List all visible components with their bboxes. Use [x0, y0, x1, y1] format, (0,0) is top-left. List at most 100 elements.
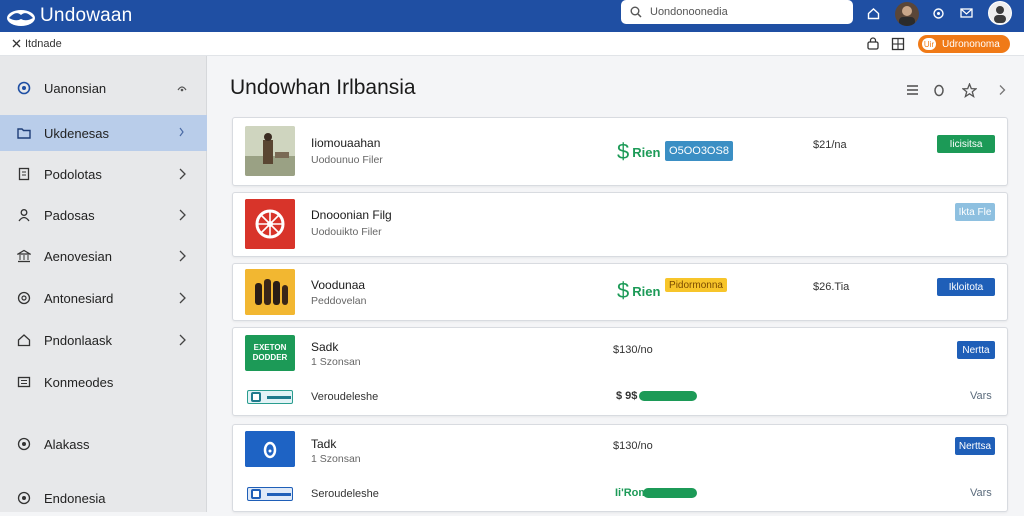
list-item[interactable]: EXETON DODDER Sadk 1 Szonsan $130/no Ner…	[232, 327, 1008, 416]
app-title: Undowaan	[40, 5, 133, 26]
item-secondary-price: $ 9$	[616, 390, 638, 402]
sidebar-item-label: Podolotas	[44, 166, 102, 182]
close-icon[interactable]	[12, 39, 21, 48]
price-marker: $ Rien	[617, 278, 660, 304]
item-status-tag: Pidormonna	[665, 278, 727, 292]
item-progress-bar	[639, 391, 697, 401]
profile-avatar[interactable]	[988, 1, 1012, 25]
settings-icon[interactable]	[930, 5, 946, 21]
sidebar-item-label: Konmeodes	[44, 374, 114, 390]
sidebar-item-padosas[interactable]: Padosas	[0, 197, 207, 233]
item-secondary-badge	[247, 487, 293, 501]
chevron-right-icon	[177, 249, 187, 263]
item-progress-bar	[643, 488, 697, 498]
bank-icon	[16, 248, 32, 264]
list-item[interactable]: Voodunaa Peddovelan $ Rien Pidormonna $2…	[232, 263, 1008, 321]
eye-icon	[177, 82, 187, 96]
search-placeholder: Uondonoonedia	[650, 6, 728, 18]
sidebar-item-endonesia[interactable]: Endonesia	[0, 480, 207, 516]
item-action-button[interactable]: Ikloitota	[937, 278, 995, 296]
info-icon	[177, 126, 187, 140]
user-icon	[16, 207, 32, 223]
sidebar-item-pndonlaask[interactable]: Pndonlaask	[0, 322, 207, 358]
grid-icon[interactable]	[891, 37, 905, 51]
sidebar-item-ukdenesas[interactable]: Ukdenesas	[0, 115, 207, 151]
globe-icon	[16, 80, 32, 96]
app-logo-icon[interactable]	[6, 6, 36, 26]
item-name: Voodunaa	[311, 278, 366, 292]
sidebar-item-label: Padosas	[44, 207, 95, 223]
globe-icon	[16, 490, 32, 506]
sidebar-item-label: Endonesia	[44, 490, 106, 506]
home-icon[interactable]	[865, 5, 881, 21]
list-item[interactable]: Dnooonian Filg Uodouikto Filer Ikta Fle	[232, 192, 1008, 257]
item-thumbnail	[245, 431, 295, 467]
item-thumbnail	[245, 269, 295, 315]
at-icon	[16, 290, 32, 306]
thumbnail-text-line-1: EXETON	[253, 343, 287, 352]
menu-icon[interactable]	[904, 82, 920, 98]
item-action-button[interactable]: Nerttsa	[955, 437, 995, 455]
sidebar-item-alakass[interactable]: Alakass	[0, 426, 207, 462]
item-amount: $26.Tia	[813, 281, 850, 293]
document-icon	[16, 166, 32, 182]
user-avatar-photo[interactable]	[895, 2, 919, 26]
item-action-button[interactable]: Ikta Fle	[955, 203, 995, 221]
sidebar-item-label: Antonesiard	[44, 290, 114, 306]
price-label: Rien	[632, 283, 661, 299]
circle-icon[interactable]	[931, 82, 947, 98]
chevron-right-icon[interactable]	[994, 82, 1010, 98]
page-title: Undowhan Irlbansia	[230, 76, 416, 99]
item-subtitle: Uodouikto Filer	[311, 226, 382, 238]
item-name: Iiomouaahan	[311, 136, 381, 150]
item-amount: $21/na	[813, 139, 847, 151]
item-secondary-badge	[247, 390, 293, 404]
star-icon[interactable]	[961, 82, 977, 98]
sidebar-item-label: Pndonlaask	[44, 332, 112, 348]
mail-icon[interactable]	[958, 5, 974, 21]
sidebar-item-label: Uanonsian	[44, 80, 107, 96]
item-secondary-link[interactable]: Vars	[970, 487, 992, 499]
folder-icon	[16, 125, 32, 141]
sidebar-item-antonesiard[interactable]: Antonesiard	[0, 280, 207, 316]
sidebar-item-label: Alakass	[44, 436, 90, 452]
item-thumbnail: EXETON DODDER	[245, 335, 295, 371]
thumbnail-text-line-2: DODDER	[252, 353, 288, 362]
item-thumbnail	[245, 126, 295, 176]
search-icon	[630, 6, 642, 18]
search-input[interactable]: Uondonoonedia	[621, 0, 853, 24]
sidebar-item-aenovesian[interactable]: Aenovesian	[0, 238, 207, 274]
item-name: Sadk	[311, 340, 339, 354]
item-code-tag: O5OO3OS8	[665, 141, 733, 161]
pill-label: Udrononoma	[942, 38, 1000, 50]
dollar-icon: $	[617, 139, 630, 164]
item-subtitle: Uodounuo Filer	[311, 154, 383, 166]
orange-status-pill[interactable]: Uir Udrononoma	[918, 35, 1010, 53]
sidebar-item-konmeodes[interactable]: Konmeodes	[0, 364, 207, 400]
item-action-button[interactable]: Iicisitsa	[937, 135, 995, 153]
item-secondary-label: Seroudeleshe	[311, 488, 379, 500]
list-item[interactable]: Tadk 1 Szonsan $130/no Nerttsa Seroudele…	[232, 424, 1008, 512]
top-header: Undowaan Uondonoonedia	[0, 0, 1024, 32]
sidebar: Uanonsian Ukdenesas Podolotas Padosas Ae…	[0, 56, 207, 512]
list-item[interactable]: Iiomouaahan Uodounuo Filer $ Rien O5OO3O…	[232, 117, 1008, 186]
pill-badge: Uir	[922, 38, 936, 50]
item-name: Dnooonian Filg	[311, 208, 392, 222]
target-icon	[16, 436, 32, 452]
sidebar-item-label: Ukdenesas	[44, 125, 110, 141]
dollar-icon: $	[617, 278, 630, 303]
item-subtitle: 1 Szonsan	[311, 453, 361, 465]
item-action-button[interactable]: Nertta	[957, 341, 995, 359]
list-icon	[16, 374, 32, 390]
item-secondary-label: Veroudeleshe	[311, 391, 379, 403]
sidebar-item-label: Aenovesian	[44, 248, 112, 264]
item-secondary-link[interactable]: Vars	[970, 390, 992, 402]
home-icon	[16, 332, 32, 348]
item-amount: $130/no	[613, 440, 653, 452]
breadcrumb[interactable]: Itdnade	[12, 38, 62, 50]
chevron-right-icon	[177, 333, 187, 347]
sidebar-item-uanonsian[interactable]: Uanonsian	[0, 70, 207, 106]
sidebar-item-podolotas[interactable]: Podolotas	[0, 156, 207, 192]
item-amount: $130/no	[613, 344, 653, 356]
lock-icon[interactable]	[866, 37, 880, 51]
